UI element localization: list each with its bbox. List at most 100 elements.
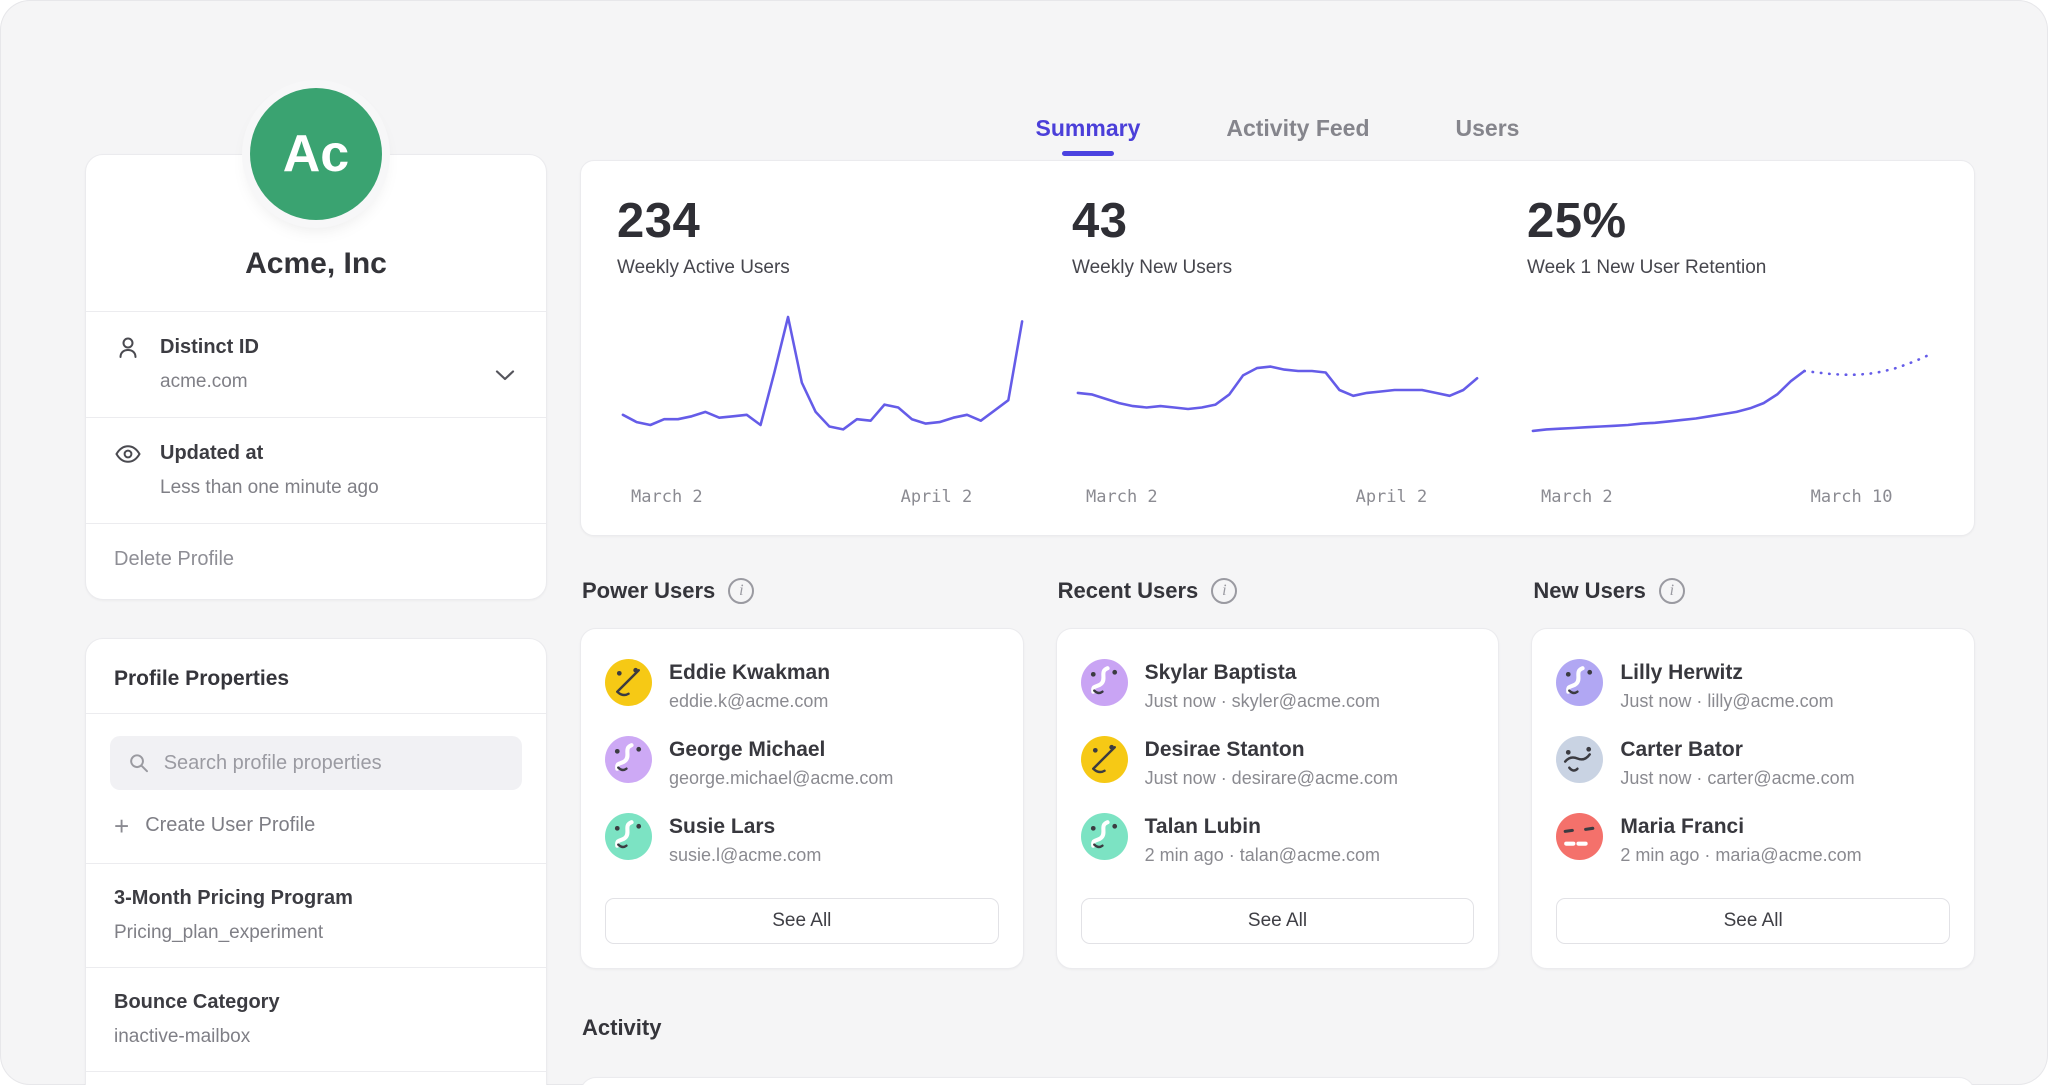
user-name: Desirae Stanton	[1145, 738, 1398, 762]
updated-at-row: Updated at Less than one minute ago	[86, 418, 546, 523]
power-users-section: Power Users i Eddie Kwakman eddie.k@acme…	[580, 578, 1024, 969]
weekly-active-users-chart	[617, 309, 1028, 477]
week1-retention-chart	[1527, 309, 1938, 477]
property-search[interactable]	[110, 736, 522, 790]
see-all-button[interactable]: See All	[1081, 898, 1475, 944]
info-icon[interactable]: i	[1659, 578, 1685, 604]
user-email: george.michael@acme.com	[669, 768, 893, 789]
property-value: Pricing_plan_experiment	[114, 922, 518, 944]
profile-properties-card: Profile Properties + Create User Profile…	[85, 638, 547, 1085]
user-name: Eddie Kwakman	[669, 661, 830, 685]
stat-label: Weekly New Users	[1072, 257, 1483, 279]
activity-section-title: Activity	[582, 1015, 1975, 1041]
user-email: eddie.k@acme.com	[669, 691, 830, 712]
company-avatar: Ac	[250, 88, 382, 220]
user-avatar	[1081, 813, 1128, 860]
user-row[interactable]: Lilly Herwitz Just now · lilly@acme.com	[1556, 659, 1950, 712]
axis-tick: March 2	[1541, 487, 1613, 507]
summary-stats-card: 234 Weekly Active Users March 2 April 2 …	[580, 160, 1975, 536]
property-label: Bounce Category	[114, 991, 518, 1014]
field-label: Distinct ID	[160, 336, 259, 359]
user-email: susie.l@acme.com	[669, 845, 821, 866]
eye-icon	[114, 440, 142, 468]
recent-users-section: Recent Users i Skylar Baptista Just now …	[1056, 578, 1500, 969]
property-row: Browser Chrome	[86, 1072, 546, 1085]
power-users-card: Eddie Kwakman eddie.k@acme.com George Mi…	[580, 628, 1024, 969]
user-avatar	[605, 659, 652, 706]
info-icon[interactable]: i	[1211, 578, 1237, 604]
person-icon	[114, 334, 142, 362]
stat-value: 234	[617, 193, 1028, 249]
info-icon[interactable]: i	[728, 578, 754, 604]
user-email: Just now · desirare@acme.com	[1145, 768, 1398, 789]
axis-tick: March 10	[1811, 487, 1893, 507]
user-row[interactable]: Susie Lars susie.l@acme.com	[605, 813, 999, 866]
user-row[interactable]: Maria Franci 2 min ago · maria@acme.com	[1556, 813, 1950, 866]
axis-tick: April 2	[901, 487, 973, 507]
user-row[interactable]: Carter Bator Just now · carter@acme.com	[1556, 736, 1950, 789]
profile-properties-title: Profile Properties	[86, 639, 546, 713]
activity-stats-card: 234 240 3.4k	[580, 1077, 1975, 1085]
stat-weekly-new-users: 43 Weekly New Users March 2 April 2	[1072, 193, 1483, 517]
user-email: 2 min ago · talan@acme.com	[1145, 845, 1380, 866]
user-row[interactable]: Talan Lubin 2 min ago · talan@acme.com	[1081, 813, 1475, 866]
user-avatar	[1556, 813, 1603, 860]
create-user-profile-button[interactable]: + Create User Profile	[86, 796, 546, 863]
stat-value: 25%	[1527, 193, 1938, 249]
app-window: Ac Acme, Inc Distinct ID acme.com	[0, 0, 2048, 1085]
stat-weekly-active-users: 234 Weekly Active Users March 2 April 2	[617, 193, 1028, 517]
see-all-button[interactable]: See All	[1556, 898, 1950, 944]
user-row[interactable]: Eddie Kwakman eddie.k@acme.com	[605, 659, 999, 712]
user-email: Just now · lilly@acme.com	[1620, 691, 1833, 712]
profile-summary-card: Acme, Inc Distinct ID acme.com	[85, 154, 547, 600]
tab-summary[interactable]: Summary	[1036, 115, 1141, 160]
axis-tick: March 2	[1086, 487, 1158, 507]
user-name: Carter Bator	[1620, 738, 1854, 762]
tab-activity-feed[interactable]: Activity Feed	[1226, 115, 1369, 160]
property-row: Bounce Category inactive-mailbox	[86, 968, 546, 1071]
user-email: Just now · carter@acme.com	[1620, 768, 1854, 789]
new-users-title: New Users	[1533, 578, 1646, 604]
user-avatar	[1081, 736, 1128, 783]
company-name: Acme, Inc	[86, 247, 546, 311]
power-users-title: Power Users	[582, 578, 715, 604]
stat-label: Week 1 New User Retention	[1527, 257, 1938, 279]
user-avatar	[605, 813, 652, 860]
user-name: Maria Franci	[1620, 815, 1861, 839]
tab-users[interactable]: Users	[1456, 115, 1520, 160]
user-avatar	[1556, 736, 1603, 783]
user-row[interactable]: Desirae Stanton Just now · desirare@acme…	[1081, 736, 1475, 789]
property-row: 3-Month Pricing Program Pricing_plan_exp…	[86, 864, 546, 967]
create-user-profile-label: Create User Profile	[145, 814, 315, 837]
weekly-new-users-chart	[1072, 309, 1483, 477]
new-users-section: New Users i Lilly Herwitz Just now · lil…	[1531, 578, 1975, 969]
chevron-down-icon[interactable]	[494, 368, 516, 382]
field-label: Updated at	[160, 442, 379, 465]
search-input[interactable]	[164, 752, 504, 775]
user-name: George Michael	[669, 738, 893, 762]
axis-tick: March 2	[631, 487, 703, 507]
recent-users-card: Skylar Baptista Just now · skyler@acme.c…	[1056, 628, 1500, 969]
user-row[interactable]: Skylar Baptista Just now · skyler@acme.c…	[1081, 659, 1475, 712]
user-name: Skylar Baptista	[1145, 661, 1380, 685]
user-name: Talan Lubin	[1145, 815, 1380, 839]
profile-sidebar: Ac Acme, Inc Distinct ID acme.com	[85, 88, 547, 1085]
stat-week1-retention: 25% Week 1 New User Retention March 2 Ma…	[1527, 193, 1938, 517]
axis-tick: April 2	[1356, 487, 1428, 507]
user-email: 2 min ago · maria@acme.com	[1620, 845, 1861, 866]
user-row[interactable]: George Michael george.michael@acme.com	[605, 736, 999, 789]
tab-bar: Summary Activity Feed Users	[580, 0, 1975, 160]
distinct-id-row[interactable]: Distinct ID acme.com	[86, 312, 546, 417]
delete-profile-button[interactable]: Delete Profile	[86, 524, 546, 599]
user-lists-row: Power Users i Eddie Kwakman eddie.k@acme…	[580, 578, 1975, 969]
recent-users-title: Recent Users	[1058, 578, 1199, 604]
new-users-card: Lilly Herwitz Just now · lilly@acme.com …	[1531, 628, 1975, 969]
see-all-button[interactable]: See All	[605, 898, 999, 944]
user-avatar	[605, 736, 652, 783]
stat-label: Weekly Active Users	[617, 257, 1028, 279]
property-label: 3-Month Pricing Program	[114, 887, 518, 910]
company-avatar-initials: Ac	[283, 124, 349, 184]
user-name: Susie Lars	[669, 815, 821, 839]
field-value: acme.com	[160, 371, 259, 393]
user-avatar	[1556, 659, 1603, 706]
